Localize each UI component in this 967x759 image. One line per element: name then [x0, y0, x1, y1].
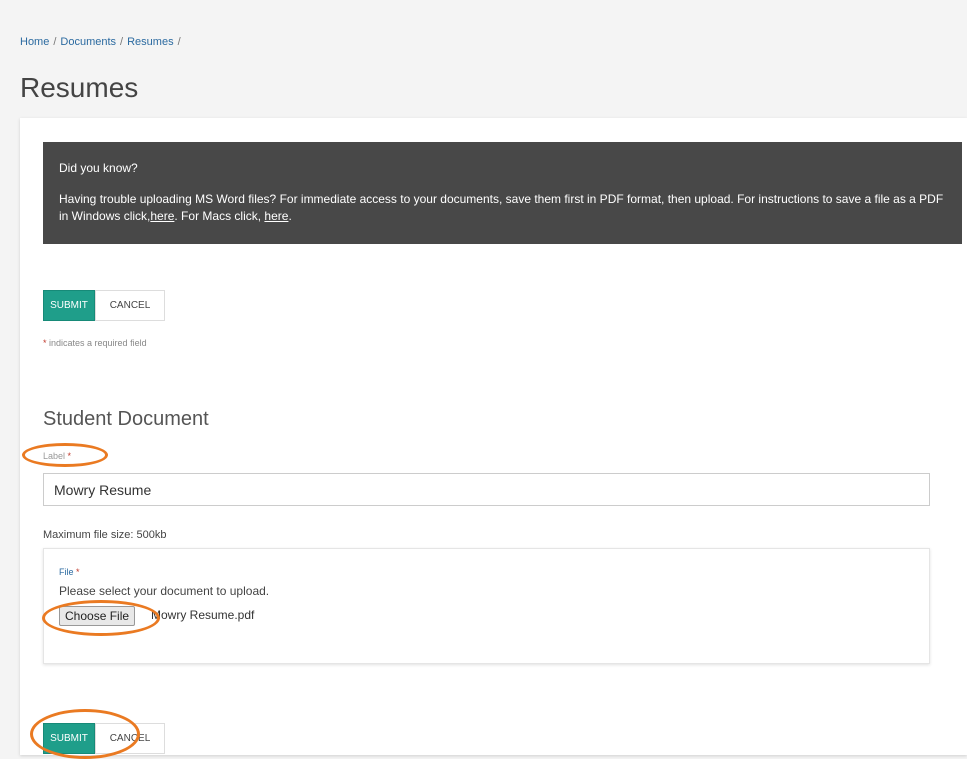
windows-instructions-link[interactable]: here [150, 209, 174, 223]
file-field-label: File * [59, 567, 80, 577]
required-field-note: * indicates a required field [43, 338, 147, 348]
label-field-label: Label * [43, 451, 71, 461]
breadcrumb: Home / Documents / Resumes / [20, 36, 185, 48]
form-card: Did you know? Having trouble uploading M… [20, 118, 967, 755]
info-banner-title: Did you know? [59, 161, 138, 175]
choose-file-button[interactable]: Choose File [59, 606, 136, 626]
breadcrumb-resumes[interactable]: Resumes [127, 36, 173, 48]
breadcrumb-separator: / [53, 36, 57, 48]
breadcrumb-home[interactable]: Home [20, 36, 49, 48]
required-note-text: indicates a required field [46, 338, 147, 348]
section-title: Student Document [43, 408, 209, 430]
cancel-button-bottom[interactable]: CANCEL [95, 723, 165, 754]
info-banner: Did you know? Having trouble uploading M… [43, 142, 962, 244]
file-label-text: File [59, 567, 74, 577]
max-file-size-note: Maximum file size: 500kb [43, 529, 167, 541]
page-title: Resumes [20, 72, 139, 103]
mac-instructions-link[interactable]: here [264, 209, 288, 223]
submit-button-bottom[interactable]: SUBMIT [43, 723, 95, 754]
breadcrumb-separator: / [120, 36, 124, 48]
info-banner-text: Having trouble uploading MS Word files? … [59, 191, 946, 225]
required-star: * [73, 567, 80, 577]
file-upload-panel: File * Please select your document to up… [43, 548, 930, 664]
info-banner-body: . For Macs click, [174, 209, 265, 223]
breadcrumb-separator: / [177, 36, 181, 48]
selected-file-name: Mowry Resume.pdf [151, 608, 255, 622]
required-star: * [65, 451, 72, 461]
info-banner-body: . [288, 209, 292, 223]
label-input[interactable] [43, 473, 930, 506]
cancel-button-top[interactable]: CANCEL [95, 290, 165, 321]
breadcrumb-documents[interactable]: Documents [60, 36, 116, 48]
label-text: Label [43, 451, 66, 461]
file-help-text: Please select your document to upload. [59, 584, 270, 598]
submit-button-top[interactable]: SUBMIT [43, 290, 95, 321]
